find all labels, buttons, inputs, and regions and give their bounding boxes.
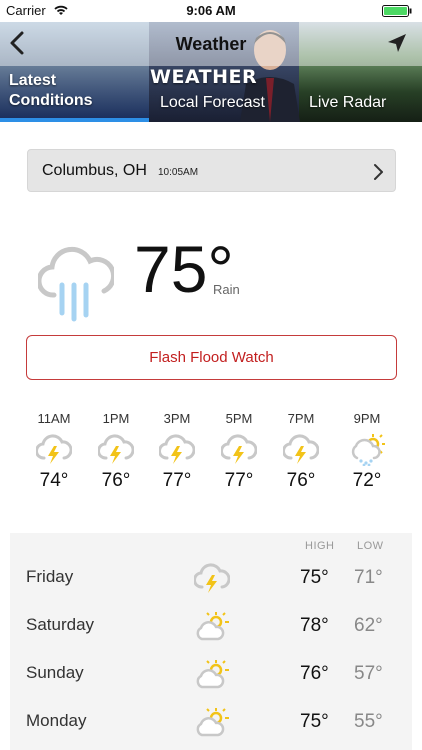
day-high: 75° bbox=[300, 711, 329, 732]
day-name: Saturday bbox=[26, 615, 95, 634]
daily-row[interactable]: Saturday 78° 62° bbox=[10, 603, 412, 651]
clock: 9:06 AM bbox=[186, 3, 236, 18]
hour-temperature: 76° bbox=[286, 470, 316, 491]
day-name: Sunday bbox=[26, 663, 84, 682]
hourly-item: 9PM 72° bbox=[336, 411, 398, 492]
thunderstorm-icon bbox=[283, 434, 319, 464]
partly-cloudy-icon bbox=[196, 660, 229, 689]
hour-time: 3PM bbox=[163, 411, 191, 426]
chevron-right-icon bbox=[374, 164, 383, 180]
selected-tab-indicator bbox=[0, 118, 149, 122]
hour-temperature: 72° bbox=[352, 470, 382, 491]
day-high: 78° bbox=[300, 615, 329, 636]
thunderstorm-icon bbox=[194, 563, 230, 593]
partly-cloudy-icon bbox=[196, 612, 229, 641]
hour-time: 5PM bbox=[225, 411, 253, 426]
day-low: 55° bbox=[354, 711, 383, 732]
hourly-item: 5PM 77° bbox=[208, 411, 270, 492]
day-name: Monday bbox=[26, 711, 87, 730]
location-city: Columbus, OH bbox=[42, 162, 147, 179]
low-column-header: LOW bbox=[357, 540, 384, 552]
location-selector[interactable]: Columbus, OH 10:05AM bbox=[27, 149, 396, 192]
navigation-bar: Weather bbox=[0, 22, 422, 66]
location-updated-time: 10:05AM bbox=[158, 167, 199, 178]
hour-time: 7PM bbox=[287, 411, 315, 426]
tab-local-forecast[interactable]: Local Forecast bbox=[160, 93, 265, 113]
hour-temperature: 76° bbox=[101, 470, 131, 491]
hour-time: 1PM bbox=[102, 411, 130, 426]
page-title: Weather bbox=[175, 34, 247, 54]
daily-row[interactable]: Sunday 76° 57° bbox=[10, 651, 412, 699]
hour-temperature: 77° bbox=[224, 470, 254, 491]
thunderstorm-icon bbox=[36, 434, 72, 464]
tab-live-radar[interactable]: Live Radar bbox=[309, 93, 386, 113]
day-low: 71° bbox=[354, 567, 383, 588]
hourly-item: 7PM 76° bbox=[270, 411, 332, 492]
battery-icon bbox=[382, 5, 412, 17]
sun-rain-icon bbox=[351, 434, 385, 466]
day-low: 57° bbox=[354, 663, 383, 684]
location-arrow-icon[interactable] bbox=[386, 32, 408, 54]
rain-icon bbox=[38, 246, 114, 322]
media-tabs-header: Weather WEATHER Latest Conditions Local … bbox=[0, 22, 422, 122]
current-condition: Rain bbox=[213, 282, 240, 297]
hourly-item: 3PM 77° bbox=[146, 411, 208, 492]
day-high: 75° bbox=[300, 567, 329, 588]
hour-temperature: 77° bbox=[162, 470, 192, 491]
hour-time: 9PM bbox=[353, 411, 381, 426]
thunderstorm-icon bbox=[98, 434, 134, 464]
day-low: 62° bbox=[354, 615, 383, 636]
hour-time: 11AM bbox=[37, 411, 71, 426]
hourly-item: 1PM 76° bbox=[85, 411, 147, 492]
hourly-item: 11AM 74° bbox=[23, 411, 85, 492]
thunderstorm-icon bbox=[159, 434, 195, 464]
daily-row[interactable]: Monday 75° 55° bbox=[10, 699, 412, 747]
tab-latest-conditions[interactable]: Latest Conditions bbox=[9, 71, 139, 111]
partly-cloudy-icon bbox=[196, 708, 229, 737]
hour-temperature: 74° bbox=[39, 470, 69, 491]
day-high: 76° bbox=[300, 663, 329, 684]
status-bar: Carrier 9:06 AM bbox=[0, 0, 422, 22]
thunderstorm-icon bbox=[221, 434, 257, 464]
day-name: Friday bbox=[26, 567, 74, 586]
daily-row[interactable]: Friday 75° 71° bbox=[10, 555, 412, 603]
tab-local-forecast-brand-text: WEATHER bbox=[150, 66, 258, 88]
flash-flood-watch-button[interactable]: Flash Flood Watch bbox=[26, 335, 397, 380]
high-column-header: HIGH bbox=[305, 540, 335, 552]
